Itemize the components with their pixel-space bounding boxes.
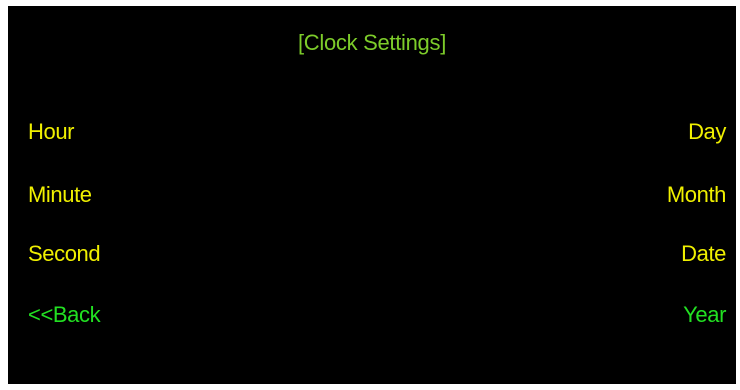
menu-item-date[interactable]: Date: [681, 241, 726, 267]
menu-item-minute[interactable]: Minute: [28, 182, 92, 208]
menu-item-year[interactable]: Year: [683, 302, 726, 328]
clock-settings-screen: [Clock Settings] Hour Minute Second <<Ba…: [8, 6, 736, 384]
back-button[interactable]: <<Back: [28, 302, 101, 328]
menu-item-second[interactable]: Second: [28, 241, 101, 267]
menu-item-day[interactable]: Day: [688, 119, 726, 145]
menu-item-month[interactable]: Month: [667, 182, 727, 208]
menu-item-hour[interactable]: Hour: [28, 119, 74, 145]
screen-title: [Clock Settings]: [297, 30, 447, 55]
